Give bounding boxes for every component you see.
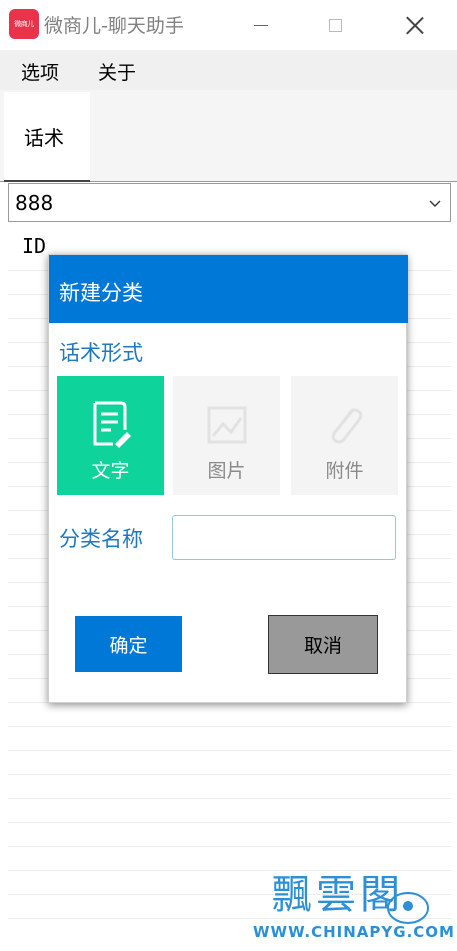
list-row-divider [8,846,451,847]
chevron-down-icon [429,200,441,207]
type-option-text-label: 文字 [91,460,130,482]
dialog-title: 新建分类 [59,281,143,305]
list-row-divider [8,726,451,727]
tab-scripts-label: 话术 [24,126,64,150]
close-button[interactable] [380,0,450,50]
tab-scripts[interactable]: 话术 [4,92,90,182]
list-header-id: ID [22,234,47,258]
paperclip-icon [331,408,362,444]
cancel-button[interactable]: 取消 [268,615,378,674]
category-select-value: 888 [15,191,54,215]
list-row-divider [8,750,451,751]
maximize-button[interactable] [300,0,370,50]
type-option-attachment-label: 附件 [325,460,364,482]
category-select[interactable]: 888 [8,183,451,222]
list-row-divider [8,822,451,823]
new-category-dialog: 新建分类 话术形式 文字 图片 附件 分类名称 确定 取消 [48,254,408,703]
list-row-divider [8,774,451,775]
list-row-divider [8,798,451,799]
menu-options[interactable]: 选项 [21,58,59,85]
watermark-url: WWW.CHINAPYG.COM [253,923,455,941]
type-option-attachment[interactable]: 附件 [291,376,398,495]
type-option-image[interactable]: 图片 [173,376,280,495]
confirm-button[interactable]: 确定 [75,616,182,672]
category-name-label: 分类名称 [59,527,143,551]
document-edit-icon [93,401,131,448]
script-type-label: 话术形式 [59,341,143,365]
menu-about[interactable]: 关于 [98,58,136,85]
dialog-header: 新建分类 [49,255,408,323]
app-logo-icon: 微商儿 [9,9,39,39]
maximize-icon [328,18,342,32]
type-option-text[interactable]: 文字 [57,376,164,495]
watermark-seal-icon [387,892,429,924]
category-name-input[interactable] [172,515,396,560]
watermark: 飄雲閣 WWW.CHINAPYG.COM [250,862,454,944]
close-icon [406,16,424,34]
minimize-icon [254,24,268,26]
title-bar: 微商儿 微商儿-聊天助手 [0,0,457,50]
window-title: 微商儿-聊天助手 [44,15,184,37]
type-option-image-label: 图片 [207,460,246,482]
image-icon [207,406,246,444]
minimize-button[interactable] [226,0,296,50]
tab-strip: 话术 [0,90,457,182]
menu-bar: 选项 关于 [0,50,457,90]
